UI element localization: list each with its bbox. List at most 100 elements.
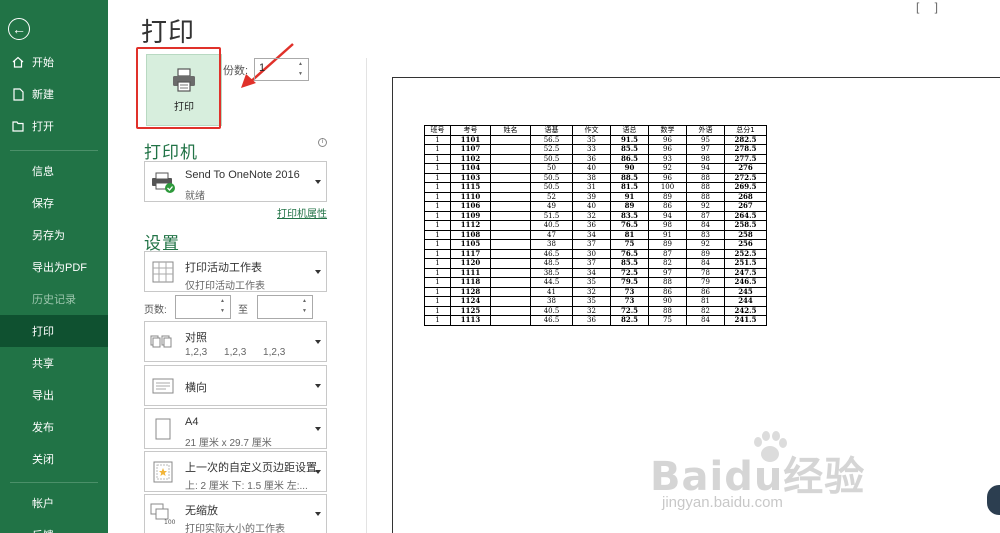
- table-cell: 1: [424, 315, 451, 326]
- collate-select[interactable]: 对照 1,2,3 1,2,3 1,2,3: [144, 321, 327, 362]
- table-cell: [490, 267, 531, 278]
- paper-size-select[interactable]: A4 21 厘米 x 29.7 厘米: [144, 408, 327, 449]
- table-cell: 92: [648, 163, 687, 174]
- chevron-down-icon: [315, 512, 321, 516]
- nav-new[interactable]: 新建: [0, 78, 108, 110]
- table-cell: 93: [648, 153, 687, 164]
- home-icon: [11, 56, 25, 68]
- printer-properties-link[interactable]: 打印机属性: [277, 205, 327, 220]
- table-cell: [490, 220, 531, 231]
- table-cell: 35: [572, 277, 611, 288]
- orientation-select[interactable]: 横向: [144, 365, 327, 406]
- table-cell: 91.5: [610, 134, 649, 145]
- print-scope-title: 打印活动工作表: [185, 262, 262, 274]
- table-cell: 1107: [450, 144, 491, 155]
- table-row: 1 1107 52.5 33 85.5 96 97 278.5: [424, 144, 767, 155]
- table-cell: 49: [530, 201, 573, 212]
- table-cell: 1: [424, 144, 451, 155]
- table-cell: 98: [686, 153, 725, 164]
- pages-from-spinner[interactable]: ▲ ▼: [220, 297, 228, 316]
- pages-to-spinner[interactable]: ▲ ▼: [302, 297, 310, 316]
- pages-from-input[interactable]: ▲ ▼: [175, 295, 231, 319]
- nav-feedback[interactable]: 反馈: [0, 519, 108, 533]
- nav-share[interactable]: 共享: [0, 347, 108, 379]
- table-header-cell: 语总: [610, 125, 649, 136]
- table-cell: 244: [724, 296, 767, 307]
- margins-select[interactable]: 上一次的自定义页边距设置 上: 2 厘米 下: 1.5 厘米 左:...: [144, 451, 327, 492]
- copies-spinner[interactable]: ▲ ▼: [298, 60, 306, 79]
- nav-export[interactable]: 导出: [0, 379, 108, 411]
- table-cell: 267: [724, 201, 767, 212]
- table-cell: 50.5: [530, 182, 573, 193]
- table-cell: 247.5: [724, 267, 767, 278]
- table-cell: [490, 134, 531, 145]
- custom-margins-icon: [149, 458, 177, 486]
- table-cell: 85.5: [610, 144, 649, 155]
- landscape-orientation-icon: [149, 372, 177, 400]
- nav-label: 共享: [32, 358, 54, 370]
- collate-title: 对照: [185, 332, 207, 344]
- table-cell: 272.5: [724, 172, 767, 183]
- nav-label: 历史记录: [32, 294, 76, 306]
- table-cell: 258.5: [724, 220, 767, 231]
- table-cell: [490, 229, 531, 240]
- table-cell: [490, 248, 531, 259]
- table-cell: 1: [424, 153, 451, 164]
- table-cell: 88: [686, 191, 725, 202]
- table-cell: 52.5: [530, 144, 573, 155]
- nav-save[interactable]: 保存: [0, 187, 108, 219]
- table-cell: 30: [572, 248, 611, 259]
- nav-label: 打开: [32, 121, 54, 133]
- print-button[interactable]: 打印: [146, 54, 222, 126]
- nav-publish[interactable]: 发布: [0, 411, 108, 443]
- print-scope-select[interactable]: 打印活动工作表 仅打印活动工作表: [144, 251, 327, 292]
- table-cell: 40: [572, 163, 611, 174]
- printer-section-title: 打印机: [144, 143, 198, 162]
- nav-print[interactable]: 打印: [0, 315, 108, 347]
- table-cell: 1: [424, 163, 451, 174]
- scaling-select[interactable]: 100 无缩放 打印实际大小的工作表: [144, 494, 327, 533]
- table-cell: [490, 201, 531, 212]
- table-cell: 94: [648, 210, 687, 221]
- printer-select[interactable]: Send To OneNote 2016 就绪: [144, 161, 327, 202]
- table-cell: 87: [686, 210, 725, 221]
- table-cell: 38: [530, 239, 573, 250]
- table-row: 1 1113 46.5 36 82.5 75 84 241.5: [424, 315, 767, 326]
- table-row: 1 1120 48.5 37 85.5 82 84 251.5: [424, 258, 767, 269]
- table-cell: 1102: [450, 153, 491, 164]
- info-icon[interactable]: i: [318, 138, 327, 147]
- table-cell: 268: [724, 191, 767, 202]
- table-cell: 50.5: [530, 153, 573, 164]
- nav-label: 关闭: [32, 454, 54, 466]
- nav-save-as[interactable]: 另存为: [0, 219, 108, 251]
- table-cell: [490, 191, 531, 202]
- nav-export-pdf[interactable]: 导出为PDF: [0, 251, 108, 283]
- table-row: 1 1109 51.5 32 83.5 94 87 264.5: [424, 210, 767, 221]
- pages-to-input[interactable]: ▲ ▼: [257, 295, 313, 319]
- nav-label: 另存为: [32, 230, 65, 242]
- copies-input[interactable]: 1 ▲ ▼: [254, 58, 309, 81]
- table-cell: 35: [572, 296, 611, 307]
- nav-history[interactable]: 历史记录: [0, 283, 108, 315]
- nav-account[interactable]: 帐户: [0, 487, 108, 519]
- floating-assistant-icon[interactable]: [987, 485, 1000, 515]
- nav-label: 打印: [32, 326, 54, 338]
- table-cell: 76.5: [610, 220, 649, 231]
- table-cell: 1: [424, 210, 451, 221]
- paper-size-title: A4: [185, 416, 199, 428]
- nav-info[interactable]: 信息: [0, 155, 108, 187]
- table-cell: 72.5: [610, 305, 649, 316]
- nav-open[interactable]: 打开: [0, 110, 108, 142]
- print-button-label: 打印: [174, 101, 194, 113]
- table-cell: 94: [686, 163, 725, 174]
- table-cell: 277.5: [724, 153, 767, 164]
- table-cell: 36: [572, 220, 611, 231]
- back-arrow-icon[interactable]: ←: [8, 18, 30, 40]
- watermark-url: jingyan.baidu.com: [662, 494, 783, 511]
- table-cell: 86.5: [610, 153, 649, 164]
- nav-close[interactable]: 关闭: [0, 443, 108, 475]
- table-cell: 79.5: [610, 277, 649, 288]
- table-header-cell: 总分1: [724, 125, 767, 136]
- nav-home[interactable]: 开始: [0, 46, 108, 78]
- table-cell: 1: [424, 229, 451, 240]
